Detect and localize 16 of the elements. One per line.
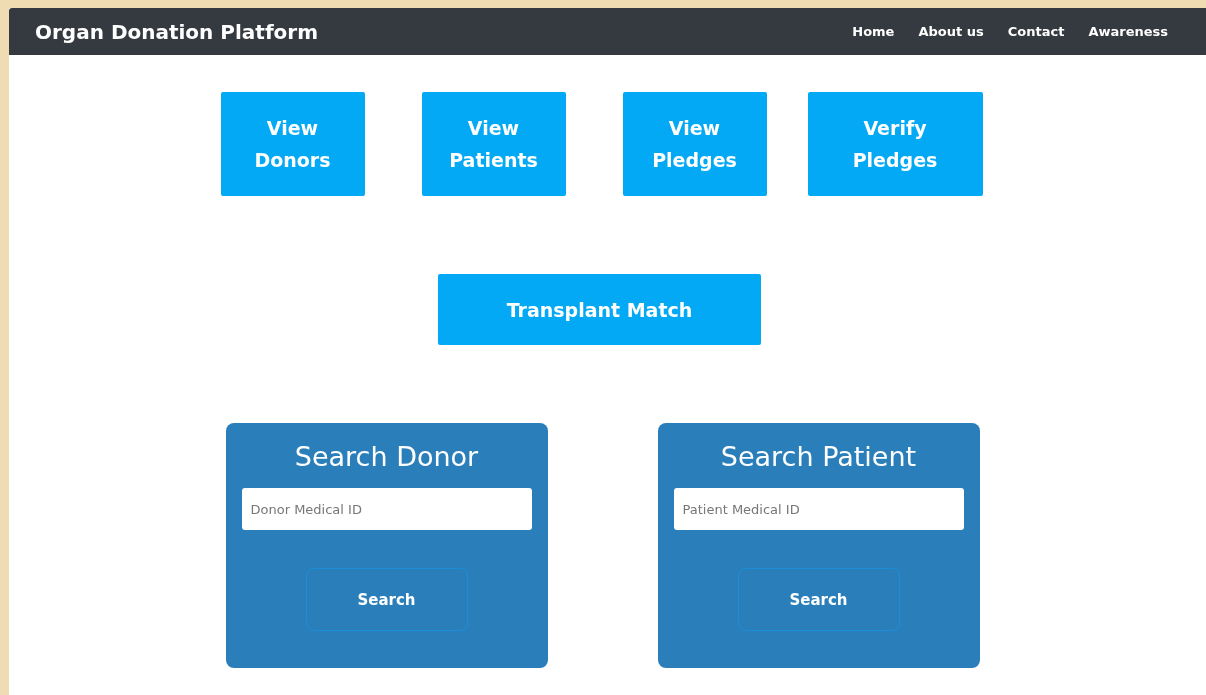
action-button[interactable]: Verify Pledges: [807, 92, 983, 196]
medical-id-field[interactable]: Patient Medical ID: [673, 488, 964, 530]
nav-link[interactable]: Contact: [1007, 24, 1065, 39]
nav-link[interactable]: Home: [852, 24, 895, 39]
card-title: Search Donor: [294, 441, 479, 472]
search-button[interactable]: Search: [305, 568, 468, 631]
brand-title: Organ Donation Platform: [35, 19, 319, 44]
search-button[interactable]: Search: [737, 568, 900, 631]
action-button[interactable]: View Patients: [421, 92, 566, 196]
nav-link[interactable]: About us: [918, 24, 984, 39]
transplant-match-button[interactable]: Transplant Match: [438, 274, 761, 345]
action-button[interactable]: View Pledges: [622, 92, 767, 196]
medical-id-field[interactable]: Donor Medical ID: [241, 488, 532, 530]
card-title: Search Patient: [720, 441, 917, 472]
nav-link[interactable]: Awareness: [1088, 24, 1168, 39]
action-button[interactable]: View Donors: [220, 92, 365, 196]
